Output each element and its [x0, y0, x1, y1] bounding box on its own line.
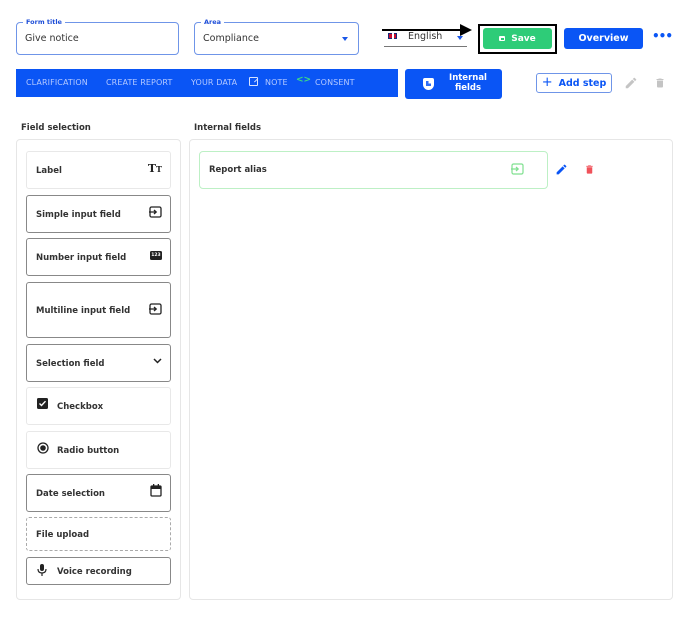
field-item-date[interactable]: Date selection: [26, 474, 171, 512]
number-123-icon: 123: [150, 251, 162, 260]
calendar-icon: [150, 484, 162, 497]
internal-fields-tab-label: Internal fields: [443, 73, 493, 93]
field-item-simple-input[interactable]: Simple input field: [26, 195, 171, 233]
code-icon: <>: [296, 75, 312, 85]
field-item-selection-text: Selection field: [36, 359, 105, 369]
overview-label: Overview: [578, 33, 629, 44]
external-link-icon: [249, 77, 258, 86]
internal-fields-tab-line1: Internal: [449, 73, 487, 83]
more-options-icon[interactable]: •••: [652, 29, 673, 45]
field-item-checkbox[interactable]: Checkbox: [26, 387, 171, 425]
field-item-checkbox-text: Checkbox: [57, 402, 104, 412]
field-item-number-input[interactable]: Number input field 123: [26, 238, 171, 276]
form-title-legend: Form title: [23, 17, 65, 27]
save-disk-icon: [499, 36, 506, 41]
field-item-date-text: Date selection: [36, 489, 105, 499]
field-item-label-text: Label: [36, 166, 62, 176]
field-item-voice-recording[interactable]: Voice recording: [26, 557, 171, 585]
internal-fields-title: Internal fields: [194, 123, 262, 133]
edit-step-pencil-icon[interactable]: [624, 76, 638, 90]
field-item-voice-recording-text: Voice recording: [57, 567, 132, 577]
field-item-simple-input-text: Simple input field: [36, 210, 121, 220]
internal-fields-tab-line2: fields: [454, 83, 482, 93]
microphone-icon: [37, 564, 47, 576]
caret-down-icon: [457, 36, 463, 40]
tab-note[interactable]: NOTE: [265, 78, 288, 87]
radio-icon: [37, 442, 49, 454]
internal-field-label: Report alias: [209, 165, 267, 175]
field-item-file-upload[interactable]: File upload: [26, 517, 171, 551]
field-item-radio[interactable]: Radio button: [26, 431, 171, 469]
checkbox-icon: [37, 398, 48, 409]
field-item-radio-text: Radio button: [57, 446, 120, 456]
tab-clarification[interactable]: CLARIFICATION: [26, 78, 88, 87]
tab-create-report[interactable]: CREATE REPORT: [106, 78, 172, 87]
caret-down-icon: [342, 37, 348, 41]
input-icon: [149, 303, 162, 315]
field-item-selection[interactable]: Selection field: [26, 344, 171, 382]
edit-field-pencil-icon[interactable]: [555, 163, 568, 176]
field-item-label[interactable]: Label TT: [26, 151, 171, 189]
add-step-label: Add step: [558, 77, 607, 89]
step-tabs: CLARIFICATION CREATE REPORT YOUR DATA NO…: [16, 69, 398, 97]
chevron-down-icon: [153, 358, 162, 364]
internal-fields-panel: [189, 139, 673, 600]
annotation-arrow-icon: [382, 24, 472, 36]
input-icon: [149, 206, 162, 218]
save-button[interactable]: Save: [483, 28, 552, 49]
plus-icon: +: [541, 75, 553, 90]
internal-field-report-alias[interactable]: Report alias: [199, 151, 548, 189]
area-legend: Area: [201, 17, 225, 27]
form-title-value[interactable]: Give notice: [25, 33, 79, 44]
delete-step-trash-icon[interactable]: [654, 76, 666, 90]
field-item-multiline-input-text: Multiline input field: [36, 306, 131, 316]
input-icon: [511, 163, 524, 175]
form-title-field[interactable]: Form title Give notice: [16, 17, 179, 55]
field-selection-title: Field selection: [21, 123, 91, 133]
add-step-button[interactable]: + Add step: [536, 73, 612, 93]
shield-icon: [423, 78, 434, 90]
field-item-number-input-text: Number input field: [36, 253, 127, 263]
area-value: Compliance: [203, 33, 259, 44]
tab-consent[interactable]: CONSENT: [315, 78, 355, 87]
delete-field-trash-icon[interactable]: [584, 163, 595, 176]
tab-internal-fields[interactable]: Internal fields: [405, 69, 502, 99]
tab-your-data[interactable]: YOUR DATA: [191, 78, 237, 87]
field-item-file-upload-text: File upload: [36, 530, 90, 540]
field-item-multiline-input[interactable]: Multiline input field: [26, 282, 171, 338]
overview-button[interactable]: Overview: [564, 28, 643, 49]
text-size-icon: TT: [147, 162, 162, 175]
save-label: Save: [511, 33, 536, 44]
area-select[interactable]: Area Compliance: [194, 17, 359, 55]
